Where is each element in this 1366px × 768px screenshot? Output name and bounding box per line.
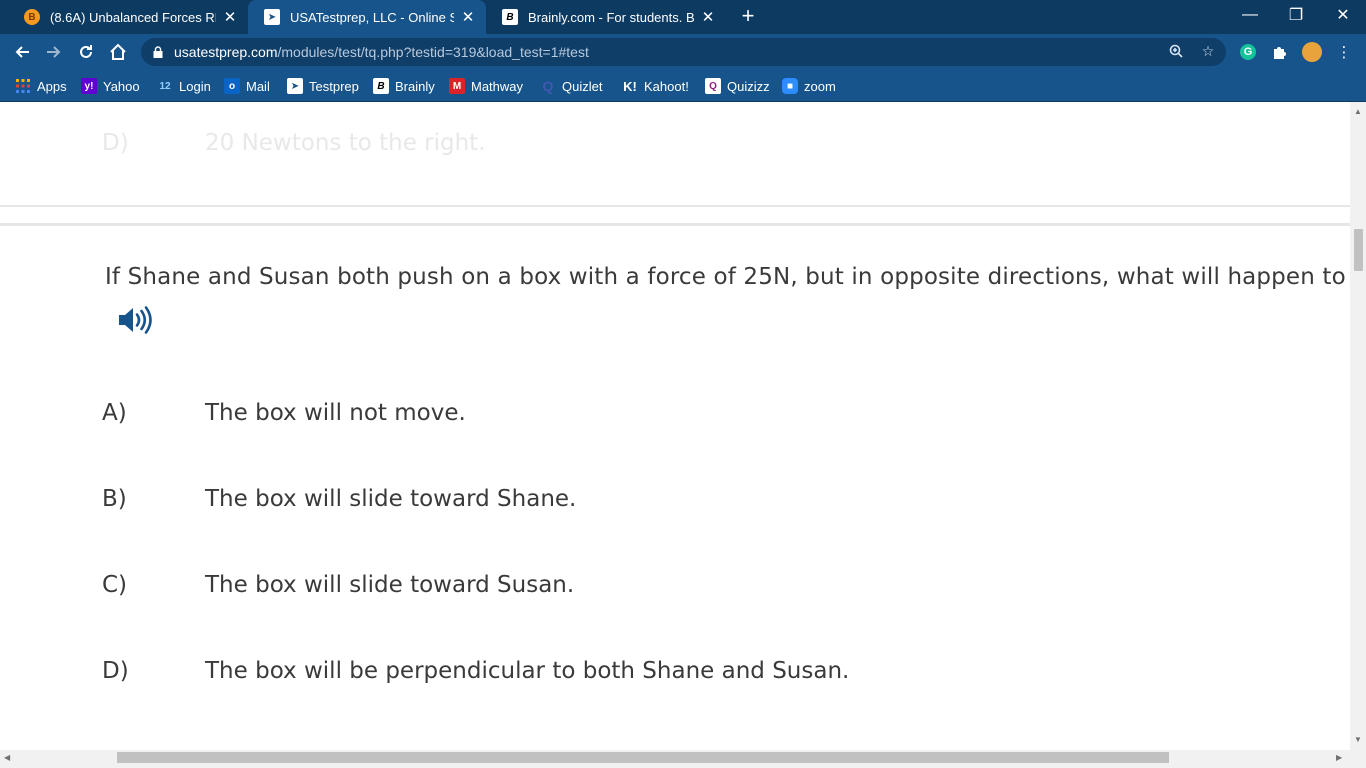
new-tab-button[interactable]: + — [736, 5, 760, 29]
bookmark-testprep[interactable]: ➤ Testprep — [287, 77, 359, 95]
brainly-b-icon: B — [502, 9, 518, 25]
choice-c-letter[interactable]: C) — [102, 572, 127, 598]
tab-strip: B (8.6A) Unbalanced Forces REQ ✕ ➤ USATe… — [0, 0, 1366, 34]
home-button[interactable] — [106, 40, 130, 64]
bookmark-login[interactable]: 12 Login — [157, 77, 211, 95]
back-button[interactable] — [10, 40, 34, 64]
choice-b-letter[interactable]: B) — [102, 486, 127, 512]
restore-button[interactable]: ❐ — [1273, 0, 1319, 30]
usatestprep-icon: ➤ — [264, 9, 280, 25]
url-host: usatestprep.com — [174, 44, 278, 60]
bookmark-label: Kahoot! — [644, 78, 689, 94]
horizontal-scroll-thumb[interactable] — [117, 752, 1169, 763]
close-window-button[interactable]: ✕ — [1320, 0, 1366, 30]
quizlet-icon: Q — [542, 78, 554, 94]
reload-icon — [80, 45, 92, 58]
divider — [0, 223, 1350, 226]
bookmark-label: Quizlet — [562, 78, 603, 94]
bookmarks-bar: Apps y! Yahoo 12 Login o Mail ➤ Testprep… — [0, 70, 1366, 102]
menu-kebab-icon[interactable]: ⋮ — [1334, 42, 1354, 62]
mathway-icon: M — [449, 78, 465, 94]
horizontal-scrollbar[interactable]: ◀ ▶ — [0, 750, 1350, 768]
bookmark-label: Quizizz — [727, 78, 770, 94]
bookmark-label: Mathway — [471, 78, 524, 94]
bookmark-kahoot[interactable]: K! Kahoot! — [622, 77, 689, 95]
tab-usatestprep[interactable]: ➤ USATestprep, LLC - Online State-Sp ✕ — [248, 0, 486, 34]
tab-title: Brainly.com - For students. By stu — [528, 9, 694, 25]
tab-brainly[interactable]: B Brainly.com - For students. By stu ✕ — [486, 0, 726, 34]
choice-a-text[interactable]: The box will not move. — [205, 400, 466, 426]
extensions-puzzle-icon[interactable] — [1270, 42, 1290, 62]
bookmark-label: zoom — [804, 78, 836, 94]
speaker-icon[interactable] — [117, 302, 153, 338]
browser-toolbar: usatestprep.com/modules/test/tq.php?test… — [0, 34, 1366, 70]
previous-choice-letter: D) — [102, 130, 129, 156]
bookmark-mail[interactable]: o Mail — [224, 77, 270, 95]
zoom-icon[interactable] — [1167, 42, 1185, 60]
tab-unbalanced-forces[interactable]: B (8.6A) Unbalanced Forces REQ ✕ — [8, 0, 248, 34]
bookmark-label: Brainly — [395, 78, 435, 94]
close-tab-icon[interactable]: ✕ — [700, 8, 716, 26]
back-arrow-icon — [15, 46, 29, 58]
profile-avatar[interactable] — [1302, 42, 1322, 62]
mail-icon: o — [224, 78, 240, 94]
quizizz-icon: Q — [705, 78, 721, 94]
tab-title: USATestprep, LLC - Online State-Sp — [290, 9, 454, 25]
login-12-icon: 12 — [159, 80, 171, 92]
reload-button[interactable] — [74, 40, 98, 64]
question-text: If Shane and Susan both push on a box wi… — [105, 264, 1350, 290]
bookmark-quizizz[interactable]: Q Quizizz — [705, 77, 770, 95]
scrollbar-corner — [1350, 750, 1366, 768]
home-icon — [110, 43, 126, 60]
forward-arrow-icon — [47, 46, 61, 58]
close-tab-icon[interactable]: ✕ — [222, 8, 238, 26]
page-content: D) 20 Newtons to the right. If Shane and… — [0, 102, 1350, 750]
bookmark-label: Mail — [246, 78, 270, 94]
choice-b-text[interactable]: The box will slide toward Shane. — [205, 486, 576, 512]
grammarly-icon[interactable]: G — [1238, 42, 1258, 62]
scroll-down-icon[interactable]: ▼ — [1354, 736, 1362, 744]
bookmark-label: Login — [179, 78, 211, 94]
bookmark-apps[interactable]: Apps — [15, 77, 67, 95]
divider — [0, 205, 1350, 207]
tab-title: (8.6A) Unbalanced Forces REQ — [50, 9, 216, 25]
choice-c-text[interactable]: The box will slide toward Susan. — [205, 572, 574, 598]
scroll-right-icon[interactable]: ▶ — [1336, 754, 1342, 762]
bookmark-label: Apps — [37, 78, 67, 94]
testprep-icon: ➤ — [287, 78, 303, 94]
bookmark-quizlet[interactable]: Q Quizlet — [540, 77, 603, 95]
bookmark-mathway[interactable]: M Mathway — [449, 77, 523, 95]
address-bar[interactable]: usatestprep.com/modules/test/tq.php?test… — [141, 38, 1226, 66]
previous-choice-text: 20 Newtons to the right. — [205, 130, 486, 156]
choice-a-letter[interactable]: A) — [102, 400, 127, 426]
zoom-icon: ■ — [782, 78, 798, 94]
vertical-scrollbar[interactable]: ▲ ▼ — [1350, 102, 1366, 750]
bookmark-yahoo[interactable]: y! Yahoo — [81, 77, 140, 95]
choice-d-letter[interactable]: D) — [102, 658, 129, 684]
minimize-button[interactable]: — — [1227, 0, 1273, 30]
bookmark-brainly[interactable]: B Brainly — [373, 77, 435, 95]
choice-d-text[interactable]: The box will be perpendicular to both Sh… — [205, 658, 849, 684]
bookmark-label: Yahoo — [103, 78, 140, 94]
brainly-icon: B — [373, 78, 389, 94]
url-path: /modules/test/tq.php?testid=319&load_tes… — [277, 44, 589, 60]
kahoot-icon: K! — [623, 78, 637, 94]
forward-button[interactable] — [42, 40, 66, 64]
bookmark-star-icon[interactable]: ☆ — [1199, 42, 1217, 60]
apps-grid-icon — [15, 78, 31, 94]
url-text: usatestprep.com/modules/test/tq.php?test… — [174, 44, 589, 60]
scroll-left-icon[interactable]: ◀ — [4, 754, 10, 762]
scroll-up-icon[interactable]: ▲ — [1354, 108, 1362, 116]
yahoo-icon: y! — [81, 78, 97, 94]
vertical-scroll-thumb[interactable] — [1354, 229, 1363, 271]
close-tab-icon[interactable]: ✕ — [460, 8, 476, 26]
lock-icon — [153, 46, 163, 58]
bookmark-label: Testprep — [309, 78, 359, 94]
brainly-orange-icon: B — [24, 9, 40, 25]
bookmark-zoom[interactable]: ■ zoom — [782, 77, 836, 95]
